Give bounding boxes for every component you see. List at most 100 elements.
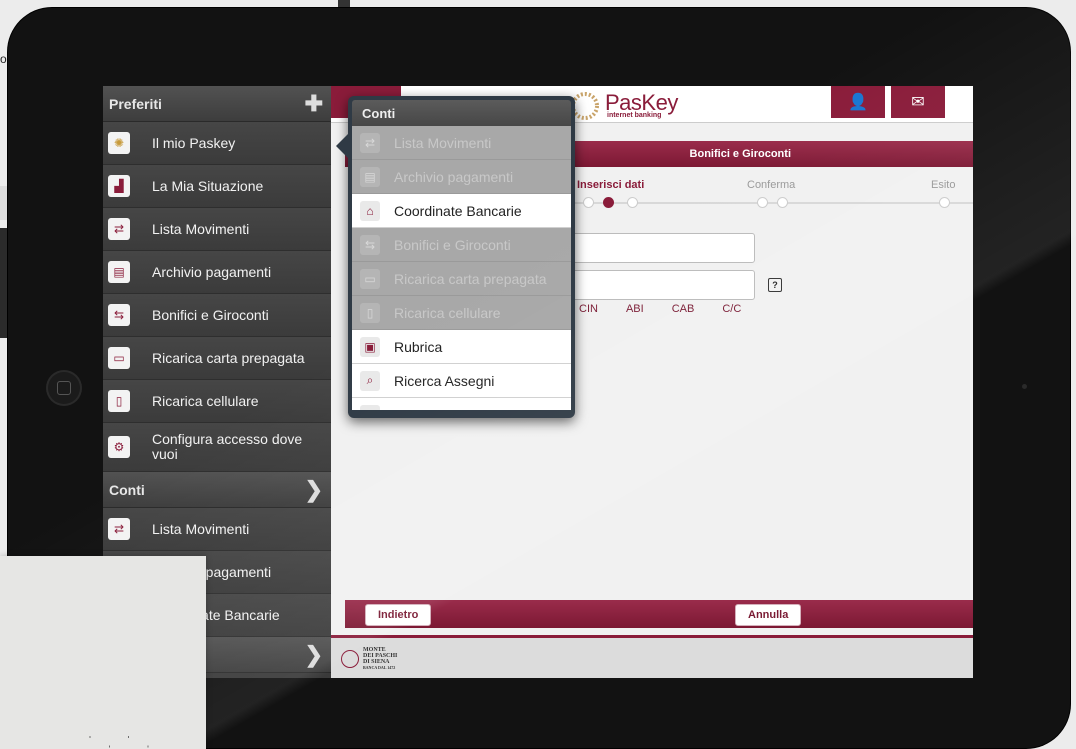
footer: MONTE DEI PASCHI DI SIENA BANCA DAL 1472 [331,635,973,678]
popover-arrow [336,134,348,158]
spiral-icon: ✺ [108,132,130,154]
item-icon: ▪ [360,404,380,410]
step-dot [627,197,638,208]
step-dot [777,197,788,208]
sidebar-item-label: La Mia Situazione [152,177,264,194]
sidebar-item-label: Ricarica cellulare [152,392,259,409]
popover-item-ricarica-cellulare: ▯ Ricarica cellulare [352,296,571,330]
iban-part-cab: CAB [671,303,695,315]
home-button[interactable] [46,370,82,406]
popover-header: Conti [352,100,571,126]
phone-icon: ▯ [360,302,380,323]
popover-item-label: Bonifici e Giroconti [394,236,511,253]
bank-name-line: BANCA DAL 1472 [363,665,396,670]
chevron-right-icon: ❯ [304,641,323,667]
popover-item-label: Ricerca Assegni [394,372,495,389]
cancel-button[interactable]: Annulla [735,604,802,626]
sidebar-item-conti-lista-movimenti[interactable]: ⇄ Lista Movimenti [103,508,331,551]
bank-icon: ⌂ [360,200,380,221]
popover-item-ricarica-carta: ▭ Ricarica carta prepagata [352,262,571,296]
popover-item-label: Coordinate Bancarie [394,202,522,219]
back-button[interactable]: Indietro [365,604,432,626]
bar-chart-icon: ▟ [108,175,130,197]
gear-card-icon: ⚙ [108,436,130,458]
popover-list: ⇄ Lista Movimenti ▤ Archivio pagamenti ⌂… [352,126,571,410]
favorites-header: Preferiti ✚ [103,86,331,122]
transfer-icon: ⇆ [360,234,380,255]
iban-part-abi: ABI [625,303,644,315]
sidebar-item-mia-situazione[interactable]: ▟ La Mia Situazione [103,165,331,208]
iban-input[interactable] [559,270,755,300]
sidebar-item-lista-movimenti[interactable]: ⇄ Lista Movimenti [103,208,331,251]
help-icon[interactable]: ? [768,278,782,292]
popover-item-ricerca-assegni[interactable]: ⌕ Ricerca Assegni [352,364,571,398]
step-dot [939,197,950,208]
card-icon: ▭ [360,268,380,289]
card-icon: ▭ [108,347,130,369]
popover-item-rubrica[interactable]: ▣ Rubrica [352,330,571,364]
conti-header[interactable]: Conti ❯ [103,472,331,508]
popover-item-label: Ricarica carta prepagata [394,270,547,287]
user-button[interactable]: 👤 [831,86,885,118]
address-book-icon: ▣ [360,336,380,357]
popover-item-label: Archivio pagamenti [394,168,514,185]
chevron-right-icon: ❯ [304,476,323,502]
iban-parts: CIN ABI CAB C/C [579,303,741,315]
popover-item-label: Rubrica [394,338,443,355]
sidebar-item-label: Archivio pagamenti [152,263,272,280]
step-dot [583,197,594,208]
camera-dot [1022,384,1027,389]
popover-item-partial[interactable]: ▪ [352,398,571,410]
check-search-icon: ⌕ [360,370,380,391]
sidebar-item-label: Configura accesso dove vuoi [152,431,303,462]
popover-item-coordinate-bancarie[interactable]: ⌂ Coordinate Bancarie [352,194,571,228]
sidebar-item-label: Bonifici e Giroconti [152,306,269,323]
sidebar-item-label: Lista Movimenti [152,220,250,237]
tablet-screen: Preferiti ✚ ✺ Il mio Paskey ▟ La Mia Sit… [103,86,973,678]
popover-item-archivio: ▤ Archivio pagamenti [352,160,571,194]
arrows-icon: ⇄ [108,218,130,240]
popover-item-label: Lista Movimenti [394,134,492,151]
iban-part-cc: C/C [722,303,742,315]
iban-part-cin: CIN [579,303,598,315]
archive-icon: ▤ [108,261,130,283]
sidebar-item-mio-paskey[interactable]: ✺ Il mio Paskey [103,122,331,165]
logo-subtitle: internet banking [607,112,662,119]
sidebar-item-archivio-pagamenti[interactable]: ▤ Archivio pagamenti [103,251,331,294]
section-title: Bonifici e Giroconti [689,148,791,160]
popover-item-label: Ricarica cellulare [394,304,501,321]
step-esito: Esito [931,179,956,191]
conti-header-label: Conti [109,481,145,498]
sidebar-item-label: Il mio Paskey [152,134,236,151]
arrows-icon: ⇄ [360,132,380,153]
messages-button[interactable]: ✉ [891,86,945,118]
step-dot [757,197,768,208]
popover-item-lista-movimenti: ⇄ Lista Movimenti [352,126,571,160]
sidebar-item-configura-accesso[interactable]: ⚙ Configura accesso dove vuoi [103,423,331,472]
mail-icon: ✉ [911,94,925,111]
action-bar: Indietro Annulla [345,600,973,628]
archive-icon: ▤ [360,166,380,187]
beneficiary-input[interactable] [559,233,755,263]
bank-logo-icon [341,650,359,668]
user-icon: 👤 [848,94,868,111]
sidebar-item-ricarica-carta[interactable]: ▭ Ricarica carta prepagata [103,337,331,380]
sidebar-item-label: Lista Movimenti [152,520,250,537]
sidebar-item-bonifici[interactable]: ⇆ Bonifici e Giroconti [103,294,331,337]
transfer-icon: ⇆ [108,304,130,326]
favorites-header-label: Preferiti [109,95,162,112]
bank-name: MONTE DEI PASCHI DI SIENA BANCA DAL 1472 [363,647,397,671]
step-conferma: Conferma [747,179,796,191]
paper-marks: ˈ ˌ ˈ ˌ [88,734,156,748]
step-dot-active [603,197,614,208]
paper-overlay: ˈ ˌ ˈ ˌ [0,556,206,749]
conti-popover: Conti ⇄ Lista Movimenti ▤ Archivio pagam… [336,96,575,418]
plus-icon[interactable]: ✚ [305,92,323,115]
paskey-logo-icon [571,92,599,120]
phone-icon: ▯ [108,390,130,412]
arrows-icon: ⇄ [108,518,130,540]
sidebar-item-label: Ricarica carta prepagata [152,349,305,366]
sidebar-item-ricarica-cellulare[interactable]: ▯ Ricarica cellulare [103,380,331,423]
step-inserisci-dati: Inserisci dati [577,179,645,191]
popover-item-bonifici: ⇆ Bonifici e Giroconti [352,228,571,262]
